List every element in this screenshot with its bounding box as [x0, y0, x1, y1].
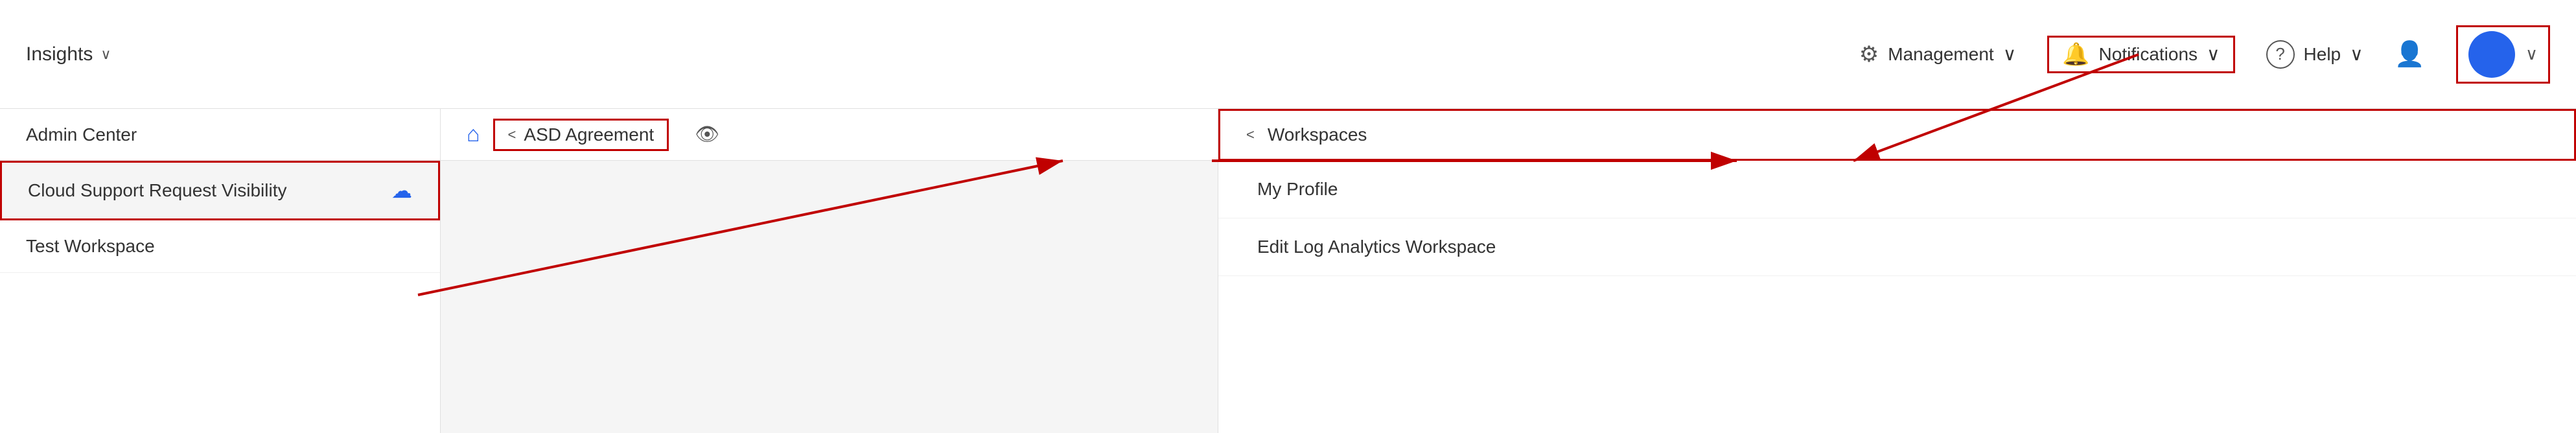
- help-chevron-icon: ∨: [2350, 43, 2363, 65]
- cloud-support-label: Cloud Support Request Visibility: [28, 180, 286, 201]
- left-panel-items: Cloud Support Request Visibility ☁ Test …: [0, 161, 440, 273]
- test-workspace-label: Test Workspace: [26, 236, 155, 257]
- notifications-chevron-icon: ∨: [2207, 43, 2220, 65]
- management-label: Management: [1888, 44, 1993, 65]
- user-avatar-button[interactable]: ∨: [2456, 25, 2550, 84]
- edit-log-analytics-item[interactable]: Edit Log Analytics Workspace: [1218, 218, 2576, 276]
- workspaces-chevron-icon: <: [1246, 126, 1255, 143]
- notifications-label: Notifications: [2099, 44, 2198, 65]
- help-menu[interactable]: ? Help ∨: [2266, 40, 2363, 69]
- insights-label: Insights: [26, 43, 93, 65]
- asd-agreement-label: ASD Agreement: [524, 124, 654, 145]
- right-items: My Profile Edit Log Analytics Workspace: [1218, 161, 2576, 276]
- middle-panel: ⌂ < ASD Agreement 👁: [441, 109, 1218, 433]
- bell-icon: 🔔: [2062, 41, 2089, 67]
- help-circle-icon: ?: [2266, 40, 2295, 69]
- management-chevron-icon: ∨: [2003, 43, 2017, 65]
- cloud-support-item[interactable]: Cloud Support Request Visibility ☁: [0, 161, 440, 220]
- gear-icon: ⚙: [1859, 41, 1879, 67]
- asd-agreement-nav[interactable]: < ASD Agreement: [493, 119, 669, 151]
- my-profile-item[interactable]: My Profile: [1218, 161, 2576, 218]
- left-panel: Admin Center Cloud Support Request Visib…: [0, 109, 441, 433]
- left-panel-header: Admin Center: [0, 109, 440, 161]
- eye-icon: 👁: [695, 123, 719, 146]
- workspaces-header[interactable]: < Workspaces: [1218, 109, 2576, 161]
- edit-log-analytics-label: Edit Log Analytics Workspace: [1257, 237, 1496, 257]
- person-icon: 👤: [2395, 40, 2425, 69]
- admin-center-title: Admin Center: [26, 124, 137, 145]
- top-bar-actions: ⚙ Management ∨ 🔔 Notifications ∨ ? Help …: [1859, 25, 2550, 84]
- cloud-icon: ☁: [391, 178, 412, 203]
- insights-chevron-icon: ∨: [100, 46, 111, 63]
- user-menu-icon[interactable]: 👤: [2395, 40, 2425, 69]
- management-menu[interactable]: ⚙ Management ∨: [1859, 41, 2016, 67]
- main-area: Admin Center Cloud Support Request Visib…: [0, 109, 2576, 433]
- middle-header: ⌂ < ASD Agreement 👁: [441, 109, 1218, 161]
- my-profile-label: My Profile: [1257, 179, 1338, 199]
- avatar: [2468, 31, 2515, 78]
- insights-menu[interactable]: Insights ∨: [26, 43, 111, 65]
- user-chevron-icon: ∨: [2525, 44, 2538, 64]
- notifications-menu[interactable]: 🔔 Notifications ∨: [2047, 36, 2234, 73]
- right-panel: < Workspaces My Profile Edit Log Analyti…: [1218, 109, 2576, 433]
- help-label: Help: [2304, 44, 2341, 65]
- asd-chevron-icon: <: [508, 126, 516, 143]
- workspaces-label: Workspaces: [1268, 124, 1367, 145]
- test-workspace-item[interactable]: Test Workspace: [0, 220, 440, 273]
- top-bar: Insights ∨ ⚙ Management ∨ 🔔 Notification…: [0, 0, 2576, 109]
- home-icon[interactable]: ⌂: [467, 122, 480, 147]
